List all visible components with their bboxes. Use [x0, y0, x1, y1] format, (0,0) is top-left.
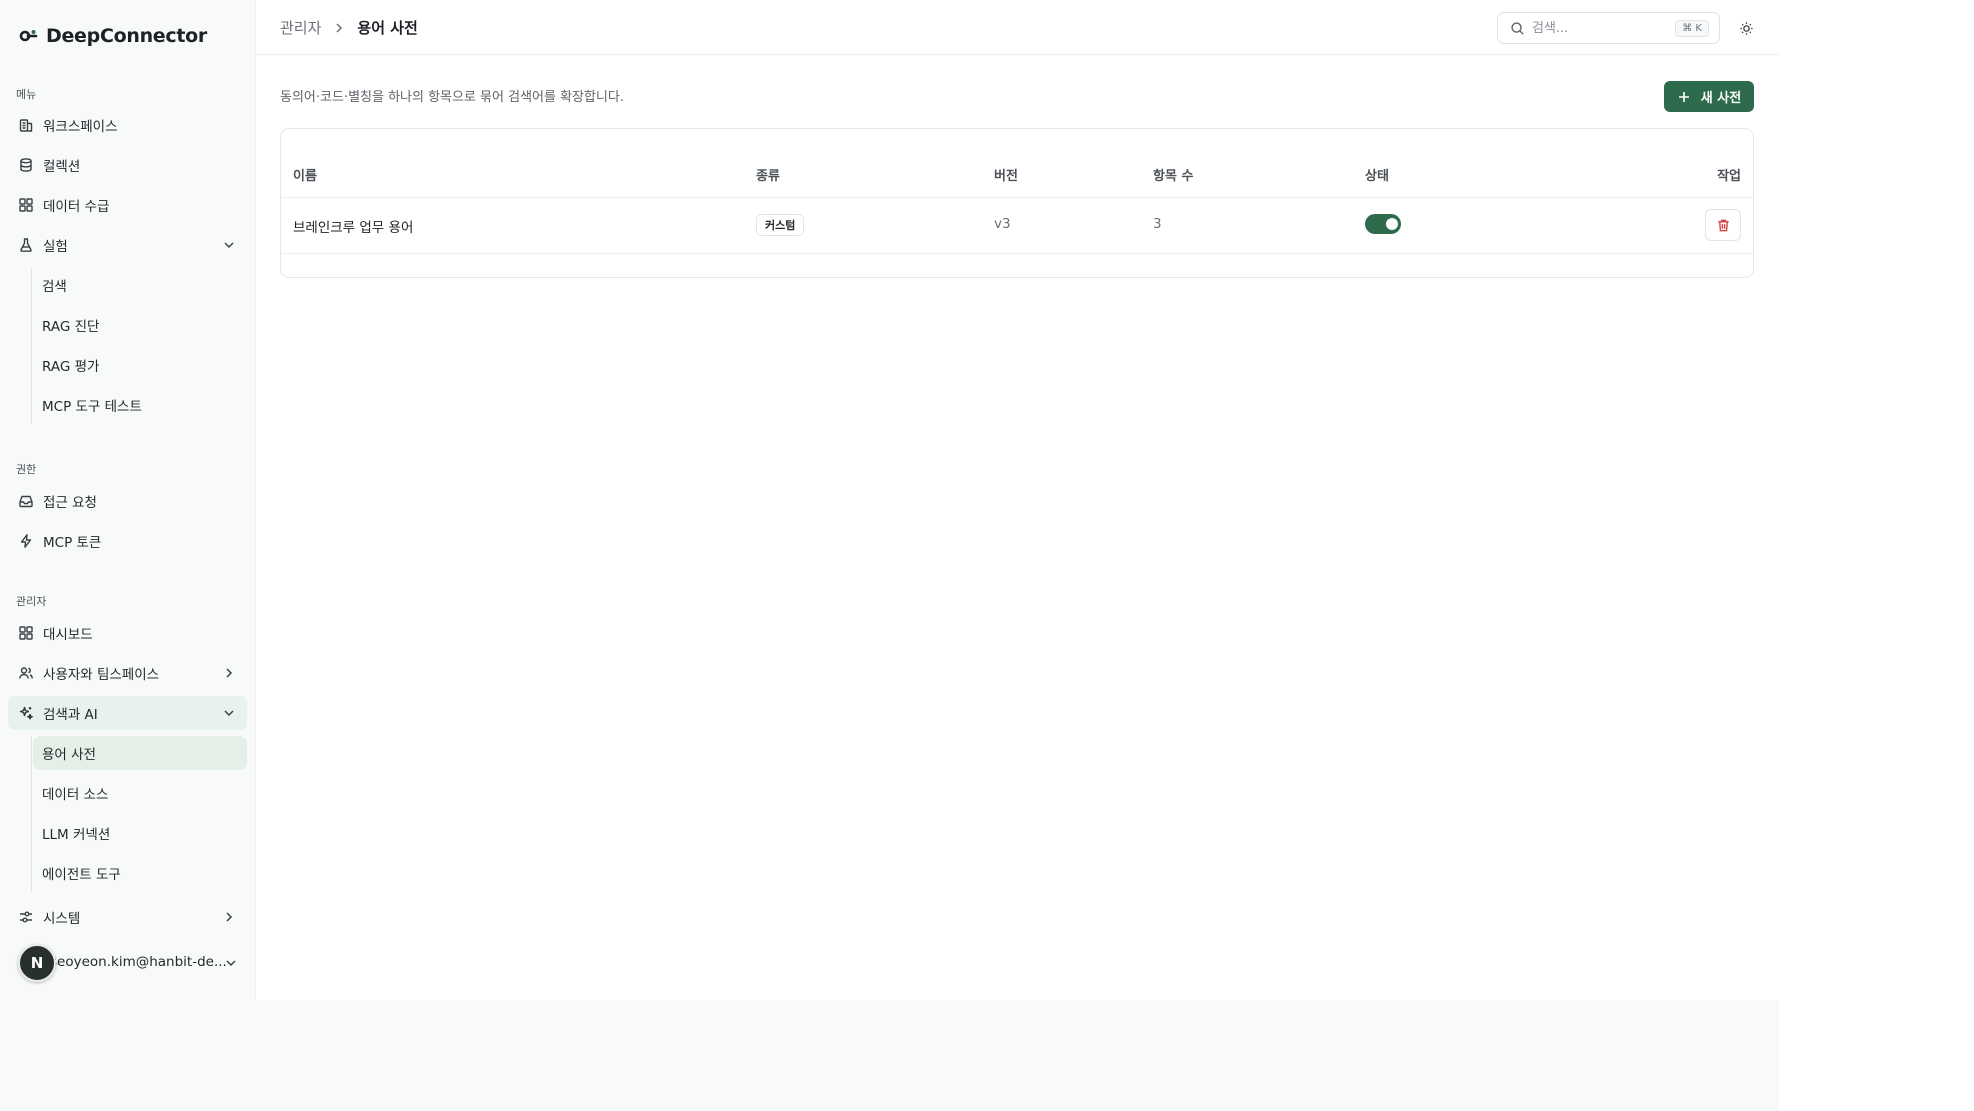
grid-icon — [18, 197, 34, 213]
sidebar-item-label: 접근 요청 — [43, 495, 97, 511]
column-header-action: 작업 — [1717, 169, 1741, 184]
app-frame: DeepConnector 메뉴 워크스페이스 컬렉션 데이터 수급 실험 검색… — [0, 0, 1779, 1000]
chevron-right-icon — [226, 912, 233, 922]
sidebar-item-experiment[interactable]: 실험 — [8, 228, 247, 262]
plus-icon — [1678, 91, 1689, 102]
sidebar-item-users-teamspaces[interactable]: 사용자와 팀스페이스 — [8, 656, 247, 690]
page-title: 용어 사전 — [357, 19, 418, 37]
search-icon — [1511, 21, 1524, 35]
sun-icon — [1739, 21, 1753, 35]
user-menu[interactable]: seoyeon.kim@hanbit-de... N — [8, 944, 247, 982]
column-header-version[interactable]: 버전 — [994, 165, 1018, 184]
chevron-down-icon — [224, 242, 234, 249]
section-label-admin: 관리자 — [16, 595, 47, 608]
toggle-knob — [1386, 218, 1398, 230]
column-header-name[interactable]: 이름 — [293, 165, 317, 184]
sidebar-item-label: 데이터 수급 — [43, 199, 110, 215]
column-header-count[interactable]: 항목 수 — [1153, 165, 1193, 184]
sidebar-item-mcp-token[interactable]: MCP 토큰 — [8, 524, 247, 558]
new-dictionary-button[interactable]: 새 사전 — [1664, 81, 1754, 112]
database-icon — [18, 157, 34, 173]
sidebar-subitem-llm-connection[interactable]: LLM 커넥션 — [33, 816, 247, 850]
sidebar-subitem-glossary[interactable]: 용어 사전 — [33, 736, 247, 770]
grid-icon — [18, 625, 34, 641]
sidebar-subitem-rag-evaluation[interactable]: RAG 평가 — [33, 348, 247, 382]
row-status-toggle[interactable] — [1365, 214, 1401, 234]
app-logo[interactable]: DeepConnector — [19, 22, 207, 50]
top-header: 관리자 용어 사전 ⌘ K — [256, 0, 1779, 55]
sparkle-icon — [18, 705, 34, 721]
app-name: DeepConnector — [46, 25, 207, 47]
sidebar-item-label: 워크스페이스 — [43, 119, 118, 135]
table-divider — [281, 197, 1753, 198]
sidebar-item-data-ingest[interactable]: 데이터 수급 — [8, 188, 247, 222]
building-icon — [18, 117, 34, 133]
section-label-menu: 메뉴 — [16, 88, 37, 101]
submenu-rail — [31, 268, 32, 424]
sidebar-subitem-mcp-tool-test[interactable]: MCP 도구 테스트 — [33, 388, 247, 422]
lightning-icon — [18, 533, 34, 549]
delete-button[interactable] — [1705, 209, 1741, 241]
search-shortcut: ⌘ K — [1675, 20, 1709, 37]
table-divider — [281, 253, 1753, 254]
page-description: 동의어·코드·별칭을 하나의 항목으로 묶어 검색어를 확장합니다. — [280, 90, 625, 105]
dictionary-table: 이름 종류 버전 항목 수 상태 작업 브레인크루 업무 용어 커스텀 v3 3 — [280, 128, 1754, 278]
global-search[interactable]: ⌘ K — [1497, 12, 1720, 44]
sidebar-subitem-search[interactable]: 검색 — [33, 268, 247, 302]
sidebar-item-access-request[interactable]: 접근 요청 — [8, 484, 247, 518]
avatar[interactable]: N — [18, 944, 56, 982]
row-version: v3 — [994, 216, 1011, 232]
users-icon — [18, 665, 34, 681]
chevron-right-icon — [226, 668, 233, 678]
sidebar-item-label: MCP 토큰 — [43, 535, 102, 551]
sidebar-item-label: 실험 — [43, 239, 68, 255]
trash-icon — [1717, 219, 1729, 231]
sidebar-item-workspace[interactable]: 워크스페이스 — [8, 108, 247, 142]
new-dictionary-label: 새 사전 — [1700, 91, 1742, 106]
sidebar-subitem-data-source[interactable]: 데이터 소스 — [33, 776, 247, 810]
sidebar: DeepConnector 메뉴 워크스페이스 컬렉션 데이터 수급 실험 검색… — [0, 0, 256, 1000]
row-name[interactable]: 브레인크루 업무 용어 — [293, 216, 413, 236]
chevron-right-icon — [336, 22, 343, 33]
theme-toggle-button[interactable] — [1734, 16, 1758, 40]
sidebar-item-collection[interactable]: 컬렉션 — [8, 148, 247, 182]
sidebar-item-label: 사용자와 팀스페이스 — [43, 667, 160, 683]
user-email: seoyeon.kim@hanbit-de... — [50, 954, 227, 970]
breadcrumb-admin[interactable]: 관리자 — [280, 17, 321, 38]
row-count: 3 — [1153, 216, 1162, 232]
sidebar-item-label: 시스템 — [43, 911, 81, 927]
sidebar-item-dashboard[interactable]: 대시보드 — [8, 616, 247, 650]
sidebar-item-label: 검색과 AI — [43, 707, 98, 723]
sliders-icon — [18, 909, 34, 925]
column-header-type[interactable]: 종류 — [756, 165, 780, 184]
inbox-icon — [18, 493, 34, 509]
flask-icon — [18, 237, 34, 253]
sidebar-subitem-rag-diagnosis[interactable]: RAG 진단 — [33, 308, 247, 342]
chevron-down-icon — [226, 960, 236, 967]
sidebar-subitem-agent-tools[interactable]: 에이전트 도구 — [33, 856, 247, 890]
logo-icon — [19, 30, 38, 42]
sidebar-item-search-ai[interactable]: 검색과 AI — [8, 696, 247, 730]
breadcrumb: 관리자 용어 사전 — [280, 17, 418, 38]
sidebar-item-system[interactable]: 시스템 — [8, 900, 247, 934]
search-input[interactable] — [1532, 20, 1662, 36]
sidebar-item-label: 대시보드 — [43, 627, 93, 643]
column-header-status[interactable]: 상태 — [1365, 165, 1389, 184]
sidebar-item-label: 컬렉션 — [43, 159, 81, 175]
page-background — [0, 1000, 1779, 1111]
row-type-badge: 커스텀 — [756, 214, 805, 236]
chevron-down-icon — [224, 710, 234, 717]
section-label-permission: 권한 — [16, 463, 37, 476]
submenu-rail — [31, 736, 32, 892]
